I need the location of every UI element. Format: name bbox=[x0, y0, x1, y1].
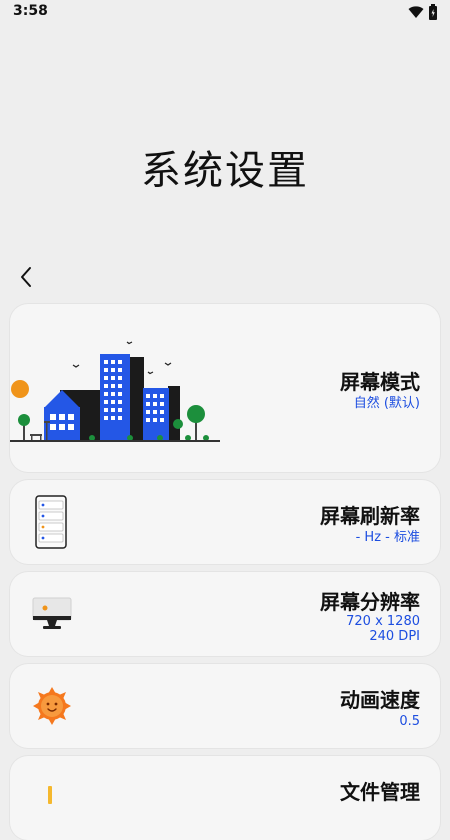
battery-icon bbox=[429, 4, 437, 20]
sun-icon bbox=[33, 687, 71, 725]
setting-value: - Hz - 标准 bbox=[355, 530, 420, 545]
setting-file-management[interactable]: 文件管理 bbox=[10, 756, 440, 840]
status-time: 3:58 bbox=[13, 3, 48, 19]
monitor-icon bbox=[32, 597, 72, 629]
wifi-icon bbox=[408, 6, 424, 18]
city-illustration bbox=[10, 341, 220, 442]
setting-value: 720 x 1280 bbox=[346, 614, 420, 629]
setting-title: 屏幕刷新率 bbox=[320, 504, 420, 528]
setting-refresh-rate[interactable]: 屏幕刷新率 - Hz - 标准 bbox=[10, 480, 440, 564]
setting-title: 动画速度 bbox=[340, 688, 420, 712]
setting-value: 0.5 bbox=[399, 714, 420, 729]
setting-value-secondary: 240 DPI bbox=[369, 629, 420, 644]
setting-title: 文件管理 bbox=[340, 780, 420, 804]
back-arrow-icon bbox=[21, 267, 31, 287]
page-title: 系统设置 bbox=[141, 148, 309, 194]
setting-title: 屏幕分辨率 bbox=[320, 590, 420, 614]
phone-list-icon bbox=[35, 495, 67, 549]
setting-value: 自然 (默认) bbox=[353, 396, 420, 411]
setting-animation-speed[interactable]: 动画速度 0.5 bbox=[10, 664, 440, 748]
setting-title: 屏幕模式 bbox=[340, 370, 420, 394]
setting-screen-mode[interactable]: 屏幕模式 自然 (默认) bbox=[10, 304, 440, 472]
file-icon bbox=[48, 786, 52, 804]
status-icons bbox=[408, 4, 438, 20]
back-button[interactable] bbox=[14, 264, 38, 290]
setting-resolution[interactable]: 屏幕分辨率 720 x 1280 240 DPI bbox=[10, 572, 440, 656]
status-bar: 3:58 bbox=[0, 0, 450, 24]
